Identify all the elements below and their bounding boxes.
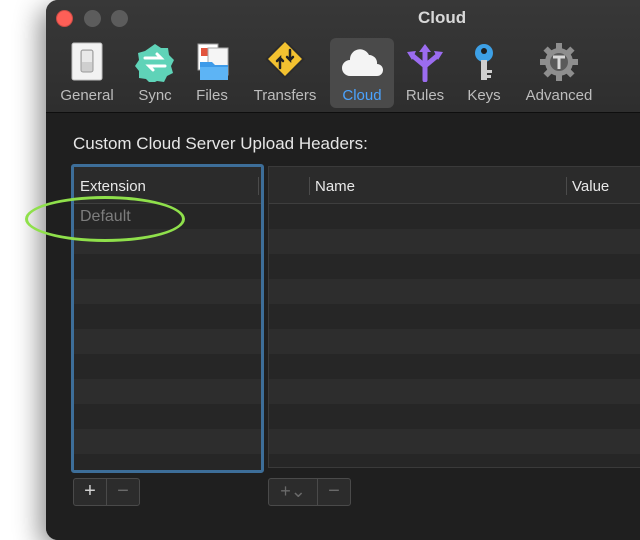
- extension-column-header[interactable]: Extension: [80, 178, 146, 195]
- preferences-window: Cloud General Sync Files Transfers Cloud…: [46, 0, 640, 540]
- table-row: [269, 404, 640, 429]
- name-column-header[interactable]: Name: [315, 178, 355, 195]
- close-button[interactable]: [56, 10, 73, 27]
- remove-header-button[interactable]: −: [318, 479, 350, 505]
- table-row: [269, 429, 640, 454]
- key-icon: [462, 42, 506, 82]
- headers-table-header: Name Value: [269, 167, 640, 204]
- remove-extension-button[interactable]: −: [107, 479, 139, 505]
- table-row: [74, 379, 261, 404]
- add-header-menu-button[interactable]: +⌄: [269, 479, 318, 505]
- table-row: [269, 379, 640, 404]
- table-row: [269, 229, 640, 254]
- tab-files[interactable]: Files: [187, 38, 237, 108]
- tab-keys[interactable]: Keys: [460, 38, 508, 108]
- table-row: [269, 354, 640, 379]
- gear-icon: [537, 42, 581, 82]
- column-separator: [309, 177, 310, 195]
- tab-rules[interactable]: Rules: [401, 38, 449, 108]
- table-row: [74, 329, 261, 354]
- table-row: [74, 279, 261, 304]
- extensions-table-body: Default: [74, 204, 261, 470]
- cloud-preferences-pane: Custom Cloud Server Upload Headers: Exte…: [46, 113, 640, 540]
- add-extension-button[interactable]: +: [74, 479, 107, 505]
- section-title: Custom Cloud Server Upload Headers:: [73, 134, 368, 153]
- zoom-button[interactable]: [111, 10, 128, 27]
- rules-arrows-icon: [403, 42, 447, 83]
- table-row: [74, 454, 261, 470]
- table-row: [74, 354, 261, 379]
- table-row: [269, 279, 640, 304]
- headers-table-body: [269, 204, 640, 467]
- minimize-button[interactable]: [84, 10, 101, 27]
- transfers-road-sign-icon: [263, 39, 307, 82]
- tab-transfers[interactable]: Transfers: [246, 38, 324, 108]
- files-icon: [190, 42, 234, 82]
- window-title: Cloud: [418, 8, 467, 27]
- headers-table[interactable]: Name Value: [268, 166, 640, 468]
- annotation-highlight-circle: [25, 196, 185, 242]
- title-bar: Cloud General Sync Files Transfers Cloud…: [46, 0, 640, 113]
- tab-sync[interactable]: Sync: [130, 38, 180, 108]
- sync-arrows-icon: [133, 42, 177, 84]
- table-row: [269, 454, 640, 467]
- value-column-header[interactable]: Value: [572, 178, 609, 195]
- column-separator: [566, 177, 567, 195]
- tab-cloud[interactable]: Cloud: [330, 38, 394, 108]
- extensions-button-group: + −: [73, 478, 140, 506]
- table-row: [269, 304, 640, 329]
- headers-button-group: +⌄ −: [268, 478, 351, 506]
- table-row: [269, 254, 640, 279]
- column-separator: [258, 177, 259, 195]
- table-row: [74, 429, 261, 454]
- table-row: [74, 404, 261, 429]
- table-row: [269, 329, 640, 354]
- table-row: [74, 304, 261, 329]
- general-switch-icon: [65, 42, 109, 82]
- tab-advanced[interactable]: Advanced: [516, 38, 602, 108]
- tab-general[interactable]: General: [56, 38, 118, 108]
- table-row: [74, 254, 261, 279]
- cloud-icon: [340, 42, 384, 82]
- table-row: [269, 204, 640, 229]
